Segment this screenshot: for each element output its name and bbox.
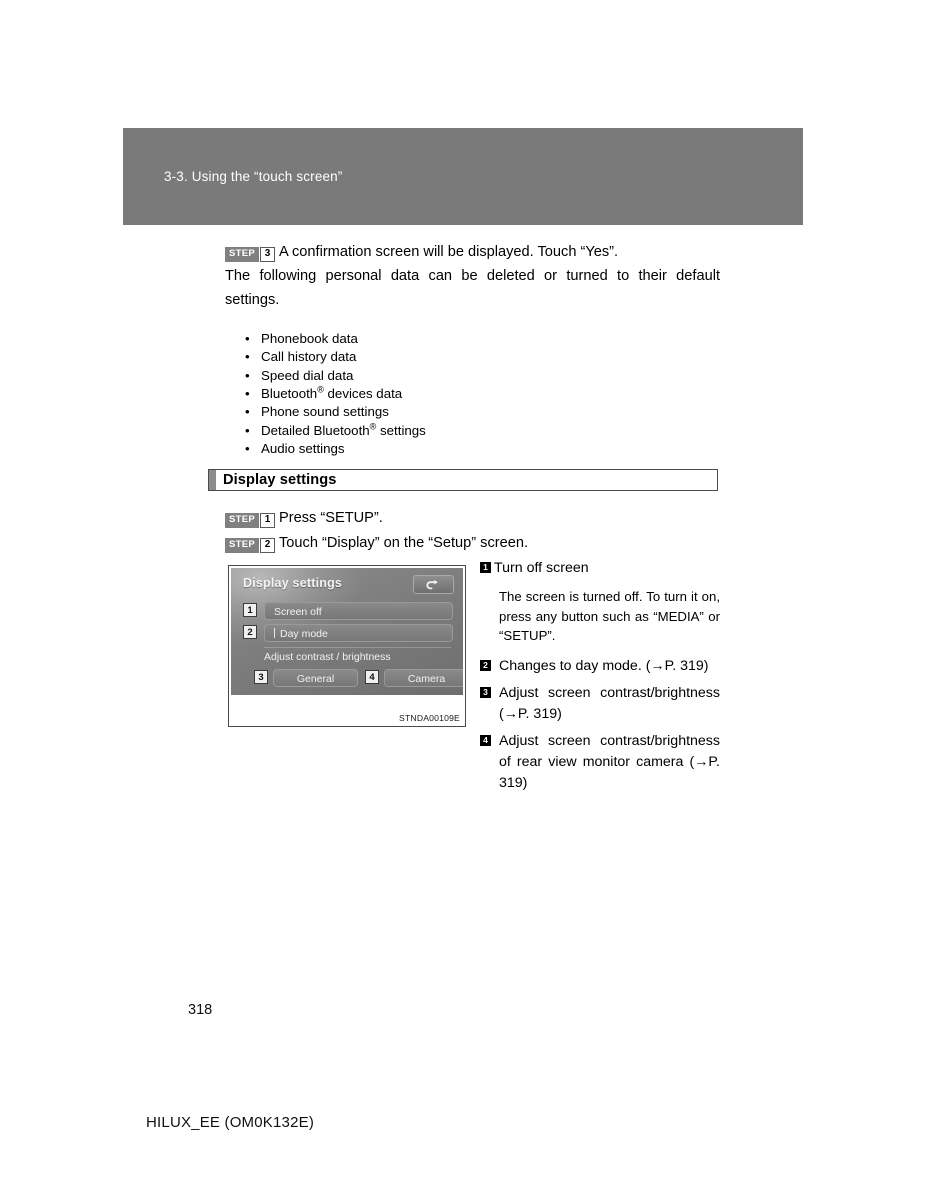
callout-number-1: 1 — [243, 603, 257, 617]
step-line-2: STEP 2 Touch “Display” on the “Setup” scre… — [225, 531, 725, 555]
registered-mark: ® — [317, 384, 324, 395]
legend-item-4: 4 Adjust screen contrast/brightness of r… — [480, 731, 720, 794]
callout-number-4: 4 — [365, 670, 379, 684]
callout-legend: 1 Turn off screen The screen is turned of… — [480, 558, 720, 796]
step-badge-word: STEP — [225, 537, 260, 553]
list-item: • Speed dial data — [243, 367, 720, 385]
legend-head-label: Adjust screen contrast/brightness (→P. 3… — [499, 684, 720, 722]
legend-item-3: 3 Adjust screen contrast/brightness (→P.… — [480, 683, 720, 725]
bullet-dot-icon: • — [245, 349, 250, 365]
chapter-header-band: 3-3. Using the “touch screen” — [123, 128, 803, 225]
intro-paragraph: The following personal data can be delet… — [225, 268, 720, 308]
list-item-label: Bluetooth — [261, 386, 318, 402]
list-item-label: Phone sound settings — [261, 404, 389, 420]
legend-head-label: Turn off screen — [494, 560, 589, 576]
device-screen-title: Display settings — [243, 576, 343, 590]
bullet-dot-icon: • — [245, 386, 250, 402]
step-3-text: A confirmation screen will be displayed.… — [279, 244, 619, 261]
list-item: • Call history data — [243, 348, 720, 366]
section-marker-tab — [209, 470, 216, 490]
section-steps: STEP 1 Press “SETUP”. STEP 2 Touch “Display”… — [225, 506, 725, 556]
device-screenshot-figure: Display settings 1 Screen off 2 Day mode… — [228, 565, 466, 727]
step-badge-1: STEP 1 — [225, 512, 276, 528]
list-item: • Phone sound settings — [243, 403, 720, 421]
text-caret-icon — [274, 628, 275, 638]
step-badge-number: 2 — [260, 537, 276, 553]
step-badge-number: 1 — [260, 512, 276, 528]
step-badge-2: STEP 2 — [225, 537, 276, 553]
list-item-label: Phonebook data — [261, 331, 358, 347]
bullet-dot-icon: • — [245, 404, 250, 420]
manual-page: 3-3. Using the “touch screen” STEP 3 A con… — [0, 0, 927, 1200]
legend-head-1: 1 Turn off screen — [480, 558, 720, 579]
list-item: • Audio settings — [243, 440, 720, 458]
section-title: Display settings — [223, 472, 337, 488]
device-general-group[interactable]: 3 General — [254, 669, 358, 687]
day-mode-label: Day mode — [280, 628, 328, 640]
adjust-contrast-label: Adjust contrast / brightness — [264, 651, 391, 663]
bullet-dot-icon: • — [245, 440, 250, 456]
document-code: HILUX_EE (OM0K132E) — [146, 1114, 315, 1131]
camera-button[interactable]: Camera — [384, 669, 463, 687]
back-arrow-icon[interactable] — [413, 575, 454, 594]
section-header-box: Display settings — [208, 469, 718, 491]
list-item-label: Call history data — [261, 349, 357, 365]
legend-head-label: Changes to day mode. (→P. 319) — [499, 657, 709, 674]
callout-number-2: 2 — [243, 625, 257, 639]
legend-item-1: 1 Turn off screen The screen is turned of… — [480, 558, 720, 646]
legend-number-3: 3 — [480, 686, 491, 698]
page-number: 318 — [188, 1002, 213, 1018]
day-mode-button[interactable]: Day mode — [264, 624, 453, 642]
legend-head-label: Adjust screen contrast/brightness of rea… — [499, 732, 720, 791]
step-badge-number: 3 — [260, 246, 276, 262]
device-row-screen-off[interactable]: 1 Screen off — [243, 602, 453, 620]
device-adjust-buttons-row: 3 General 4 Camera — [243, 669, 463, 687]
legend-item-2: 2 Changes to day mode. (→P. 319) — [480, 656, 720, 677]
intro-content: STEP 3 A confirmation screen will be displ… — [208, 240, 720, 458]
list-item-label-suffix: devices data — [323, 386, 403, 402]
screen-off-label: Screen off — [274, 606, 322, 618]
bullet-dot-icon: • — [245, 331, 250, 347]
bullet-dot-icon: • — [245, 422, 250, 438]
list-item: • Phonebook data — [243, 330, 720, 348]
legend-description-1: The screen is turned off. To turn it on,… — [499, 589, 720, 644]
general-button[interactable]: General — [273, 669, 358, 687]
device-screen: Display settings 1 Screen off 2 Day mode… — [231, 568, 463, 695]
step-1-text: Press “SETUP”. — [279, 510, 383, 527]
legend-number-1: 1 — [480, 562, 491, 573]
list-item: • Detailed Bluetooth® settings — [243, 422, 720, 440]
list-item-label: Speed dial data — [261, 367, 354, 383]
device-camera-group[interactable]: 4 Camera — [365, 669, 463, 687]
device-row-day-mode[interactable]: 2 Day mode — [243, 624, 453, 642]
legend-number-2: 2 — [480, 659, 491, 671]
step-2-text: Touch “Display” on the “Setup” screen. — [279, 535, 529, 552]
screen-off-button[interactable]: Screen off — [264, 602, 453, 620]
device-divider — [264, 647, 451, 648]
bullet-dot-icon: • — [245, 367, 250, 383]
list-item: • Bluetooth® devices data — [243, 385, 720, 403]
step-badge-word: STEP — [225, 512, 260, 528]
list-item-label-suffix: settings — [376, 422, 426, 438]
list-item-label: Detailed Bluetooth — [261, 422, 370, 438]
figure-caption: STNDA00109E — [399, 713, 460, 723]
step-line-1: STEP 1 Press “SETUP”. — [225, 506, 725, 530]
legend-number-4: 4 — [480, 734, 491, 746]
chapter-title: 3-3. Using the “touch screen” — [164, 169, 343, 184]
callout-number-3: 3 — [254, 670, 268, 684]
step-line-3: STEP 3 A confirmation screen will be displ… — [225, 240, 720, 264]
step-badge-word: STEP — [225, 246, 260, 262]
personal-data-list: • Phonebook data • Call history data • Spee… — [243, 330, 720, 458]
list-item-label: Audio settings — [261, 440, 345, 456]
step-badge-3: STEP 3 — [225, 246, 276, 262]
